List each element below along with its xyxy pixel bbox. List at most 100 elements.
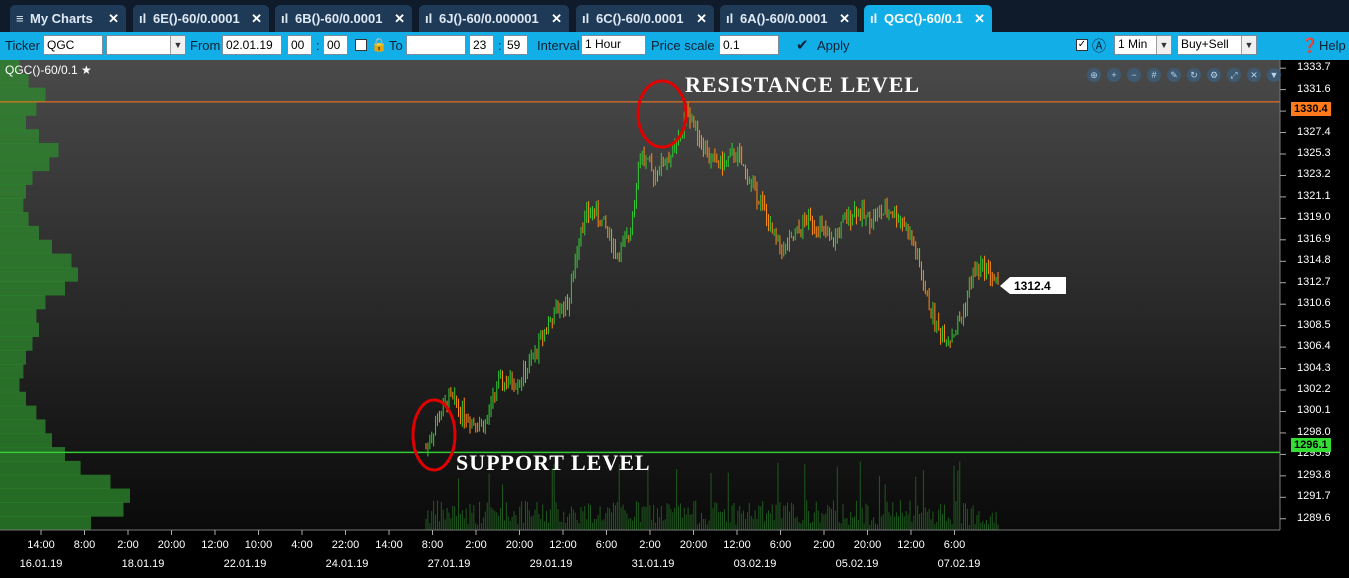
volume-bar — [653, 504, 655, 530]
profile-bar — [0, 488, 130, 503]
price-chart[interactable] — [0, 60, 1349, 578]
volume-bar — [624, 510, 626, 530]
check-circle-icon[interactable]: ✔ — [796, 36, 809, 54]
volume-bar — [741, 513, 743, 530]
volume-bar — [871, 520, 873, 530]
chart-area[interactable]: QGC()-60/0.1 ★ ⊕ + − # ✎ ↻ ⚙ ⤢ ✕ ▼ RESISTANCE LEV… — [0, 60, 1349, 578]
volume-bar — [528, 510, 530, 530]
volume-bar — [792, 504, 794, 530]
close-icon[interactable]: ✕ — [251, 5, 262, 32]
tab-6e[interactable]: ıl 6E()-60/0.0001 ✕ — [133, 5, 269, 32]
chevron-down-icon: ▼ — [1241, 36, 1256, 54]
to-minute-input[interactable] — [503, 35, 528, 55]
volume-bar — [429, 523, 431, 530]
volume-bar — [846, 517, 848, 530]
ticker-input[interactable] — [43, 35, 103, 55]
expand-icon[interactable]: ⤢ — [1227, 68, 1241, 82]
volume-bar — [547, 522, 549, 530]
volume-bar — [488, 473, 490, 530]
volume-bar — [808, 511, 810, 530]
to-hour-input[interactable] — [469, 35, 494, 55]
volume-bar — [555, 502, 557, 530]
price-tick-label: 1319.0 — [1297, 211, 1331, 224]
mode-select[interactable]: 1 Min ▼ — [1114, 35, 1172, 55]
price-tick-label: 1321.1 — [1297, 189, 1331, 202]
auto-icon[interactable]: Ⓐ — [1092, 36, 1106, 56]
tab-6a[interactable]: ıl 6A()-60/0.0001 ✕ — [720, 5, 857, 32]
side-select[interactable]: Buy+Sell ▼ — [1177, 35, 1257, 55]
tab-6c[interactable]: ıl 6C()-60/0.0001 ✕ — [576, 5, 714, 32]
close-icon[interactable]: ✕ — [551, 5, 562, 32]
price-scale-input[interactable] — [719, 35, 779, 55]
volume-bar — [932, 511, 934, 530]
zoom-fit-icon[interactable]: ⊕ — [1087, 68, 1101, 82]
grid-icon[interactable]: # — [1147, 68, 1161, 82]
to-enable-checkbox[interactable] — [355, 39, 367, 51]
tab-6j[interactable]: ıl 6J()-60/0.000001 ✕ — [419, 5, 569, 32]
price-tick-label: 1312.7 — [1297, 275, 1331, 288]
volume-bar — [930, 519, 932, 530]
refresh-icon[interactable]: ↻ — [1187, 68, 1201, 82]
price-tick-label: 1304.3 — [1297, 361, 1331, 374]
overlay-checkbox[interactable]: ✓ — [1076, 39, 1088, 51]
lock-icon[interactable]: 🔒 — [371, 37, 387, 53]
volume-bar — [854, 516, 856, 530]
help-icon[interactable]: ❓ — [1301, 37, 1318, 54]
volume-bar — [876, 524, 878, 530]
from-date-input[interactable] — [222, 35, 282, 55]
to-date-input[interactable] — [406, 35, 466, 55]
price-tick-label: 1323.2 — [1297, 168, 1331, 181]
volume-bar — [593, 519, 595, 530]
apply-button[interactable]: Apply — [817, 38, 850, 53]
chart-icon: ıl — [139, 11, 147, 26]
volume-bar — [775, 504, 777, 530]
zoom-in-icon[interactable]: + — [1107, 68, 1121, 82]
from-minute-input[interactable] — [323, 35, 348, 55]
price-tick-label: 1291.7 — [1297, 490, 1331, 503]
volume-bar — [484, 511, 486, 530]
volume-bar — [867, 505, 869, 530]
volume-bar — [953, 465, 955, 530]
tab-6b[interactable]: ıl 6B()-60/0.0001 ✕ — [275, 5, 412, 32]
close-icon[interactable]: ✕ — [839, 5, 850, 32]
profile-bar — [0, 336, 33, 351]
time-separator: : — [316, 38, 320, 53]
volume-bar — [989, 516, 991, 530]
interval-label: Interval — [537, 38, 580, 53]
volume-bar — [964, 503, 966, 530]
volume-bar — [848, 524, 850, 530]
volume-bar — [442, 509, 444, 530]
volume-bar — [915, 476, 917, 530]
close-icon[interactable]: ✕ — [394, 5, 405, 32]
volume-bar — [494, 511, 496, 530]
volume-bar — [620, 507, 622, 530]
from-hour-input[interactable] — [287, 35, 312, 55]
interval-select[interactable]: 1 Hour — [581, 35, 646, 55]
volume-bar — [578, 523, 580, 530]
profile-bar — [0, 516, 91, 531]
zoom-out-icon[interactable]: − — [1127, 68, 1141, 82]
close-icon[interactable]: ✕ — [974, 5, 985, 32]
gear-icon[interactable]: ⚙ — [1207, 68, 1221, 82]
chevron-down-icon: ▼ — [170, 36, 185, 54]
star-icon[interactable]: ★ — [78, 63, 92, 77]
date-tick-label: 29.01.19 — [529, 558, 573, 570]
date-tick-label: 03.02.19 — [733, 558, 777, 570]
tab-my-charts[interactable]: ≡ My Charts ✕ — [10, 5, 126, 32]
ticker-dropdown[interactable]: ▼ — [106, 35, 186, 55]
tab-qgc[interactable]: ıl QGC()-60/0.1 ✕ — [864, 5, 992, 32]
help-link[interactable]: Help — [1319, 38, 1346, 53]
pencil-icon[interactable]: ✎ — [1167, 68, 1181, 82]
volume-bar — [446, 507, 448, 530]
volume-bar — [440, 501, 442, 530]
volume-bar — [530, 516, 532, 530]
close-icon[interactable]: ✕ — [108, 5, 119, 32]
time-tick-label: 6:00 — [769, 539, 792, 551]
profile-bar — [0, 253, 72, 268]
chevron-down-icon[interactable]: ▼ — [1267, 68, 1281, 82]
close-icon[interactable]: ✕ — [1247, 68, 1261, 82]
close-icon[interactable]: ✕ — [696, 5, 707, 32]
volume-bar — [926, 511, 928, 530]
volume-bar — [716, 503, 718, 530]
volume-bar — [815, 501, 817, 530]
